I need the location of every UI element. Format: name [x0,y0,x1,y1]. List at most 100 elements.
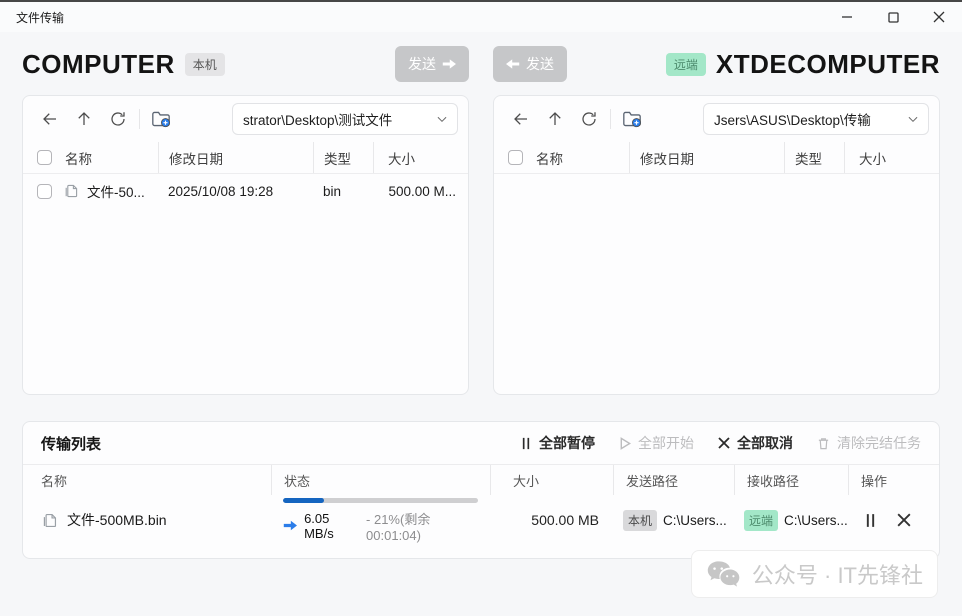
pause-all-label: 全部暂停 [539,433,595,453]
remote-table-header: 名称 修改日期 类型 大小 [494,142,939,174]
refresh-button[interactable] [572,103,606,135]
transfer-status: 6.05 MB/s - 21%(剩余00:01:04) [271,498,490,543]
toolbar-divider [610,109,611,129]
select-all-checkbox[interactable] [37,150,52,165]
column-send-path: 发送路径 [613,465,734,495]
recv-origin-badge: 远端 [744,510,778,531]
back-icon [512,110,530,128]
send-path-value: C:\Users... [663,513,727,528]
pause-icon [864,513,877,528]
column-name[interactable]: 名称 [59,142,158,173]
column-status: 状态 [271,465,490,495]
recv-path-value: C:\Users... [784,513,848,528]
remote-path-dropdown[interactable]: Jsers\ASUS\Desktop\传输 [703,103,929,135]
remote-host-header: 发送 远端 XTDECOMPUTER [493,46,940,82]
transfer-actions: 全部暂停 全部开始 全部取消 清除完结任务 [520,433,921,453]
arrow-right-icon [442,58,456,70]
transfer-recv-path: 远端 C:\Users... [734,510,848,531]
local-file-panel: strator\Desktop\测试文件 名称 修改日期 类型 大小 文件-50… [22,95,469,395]
progress-bar [283,498,478,503]
watermark: 公众号 · IT先锋社 [691,550,938,598]
column-modified[interactable]: 修改日期 [629,142,784,173]
transfer-ops [848,513,939,528]
transfer-send-path: 本机 C:\Users... [613,510,734,531]
column-size[interactable]: 大小 [844,142,939,173]
column-recv-path: 接收路径 [734,465,848,495]
maximize-button[interactable] [870,2,916,32]
remote-toolbar: Jsers\ASUS\Desktop\传输 [494,96,939,142]
send-origin-badge: 本机 [623,510,657,531]
remote-file-panel: Jsers\ASUS\Desktop\传输 名称 修改日期 类型 大小 [493,95,940,395]
new-folder-button[interactable] [144,103,178,135]
progress-fill [283,498,324,503]
watermark-text: 公众号 · IT先锋社 [752,558,923,590]
new-folder-icon [622,110,642,128]
start-all-button[interactable]: 全部开始 [619,433,694,453]
pause-task-button[interactable] [864,513,877,528]
send-label: 发送 [408,54,436,74]
local-host-header: COMPUTER 本机 发送 [22,46,469,82]
remote-badge: 远端 [666,53,706,76]
toolbar-divider [139,109,140,129]
column-ops: 操作 [848,465,939,495]
cancel-all-label: 全部取消 [737,433,793,453]
refresh-icon [109,110,127,128]
wechat-icon [706,559,742,589]
up-icon [546,110,564,128]
trash-icon [817,437,830,450]
close-button[interactable] [916,2,962,32]
play-icon [619,437,631,450]
transfer-row[interactable]: 文件-500MB.bin 6.05 MB/s - 21%(剩余00:01:04)… [23,495,939,545]
send-to-remote-button[interactable]: 发送 [395,46,469,82]
column-type[interactable]: 类型 [784,142,844,173]
transfer-direction-icon [283,520,297,531]
up-button[interactable] [67,103,101,135]
column-modified[interactable]: 修改日期 [158,142,313,173]
up-icon [75,110,93,128]
pause-all-button[interactable]: 全部暂停 [520,433,595,453]
pause-icon [520,437,532,450]
cancel-task-button[interactable] [897,513,911,527]
close-icon [933,11,945,23]
back-button[interactable] [504,103,538,135]
maximize-icon [888,12,899,23]
row-checkbox[interactable] [37,184,52,199]
minimize-button[interactable] [824,2,870,32]
minimize-icon [841,11,853,23]
column-size[interactable]: 大小 [373,142,468,173]
local-badge: 本机 [185,53,225,76]
clear-finished-label: 清除完结任务 [837,433,921,453]
refresh-icon [580,110,598,128]
select-all-checkbox[interactable] [508,150,523,165]
column-name[interactable]: 名称 [530,142,629,173]
file-row[interactable]: 文件-50... 2025/10/08 19:28 bin 500.00 M..… [23,174,468,208]
file-type: bin [313,184,373,199]
column-type[interactable]: 类型 [313,142,373,173]
file-panels: strator\Desktop\测试文件 名称 修改日期 类型 大小 文件-50… [0,95,962,395]
local-host-name: COMPUTER [22,49,175,80]
new-folder-button[interactable] [615,103,649,135]
column-size: 大小 [490,465,613,495]
file-modified: 2025/10/08 19:28 [158,184,313,199]
local-path-dropdown[interactable]: strator\Desktop\测试文件 [232,103,458,135]
transfer-header: 传输列表 全部暂停 全部开始 全部取消 清除完结任务 [23,422,939,465]
file-icon [41,512,58,529]
back-button[interactable] [33,103,67,135]
column-name: 名称 [23,465,271,495]
remote-path: Jsers\ASUS\Desktop\传输 [714,109,906,129]
remote-host-name: XTDECOMPUTER [716,49,940,80]
x-icon [897,513,911,527]
refresh-button[interactable] [101,103,135,135]
local-table-header: 名称 修改日期 类型 大小 [23,142,468,174]
chevron-down-icon [435,112,449,126]
send-to-local-button[interactable]: 发送 [493,46,567,82]
window-title: 文件传输 [16,9,64,26]
cancel-all-button[interactable]: 全部取消 [718,433,793,453]
transfer-size: 500.00 MB [490,512,613,528]
up-button[interactable] [538,103,572,135]
start-all-label: 全部开始 [638,433,694,453]
transfer-columns: 名称 状态 大小 发送路径 接收路径 操作 [23,465,939,495]
file-icon [63,183,79,199]
titlebar: 文件传输 [0,2,962,32]
clear-finished-button[interactable]: 清除完结任务 [817,433,921,453]
